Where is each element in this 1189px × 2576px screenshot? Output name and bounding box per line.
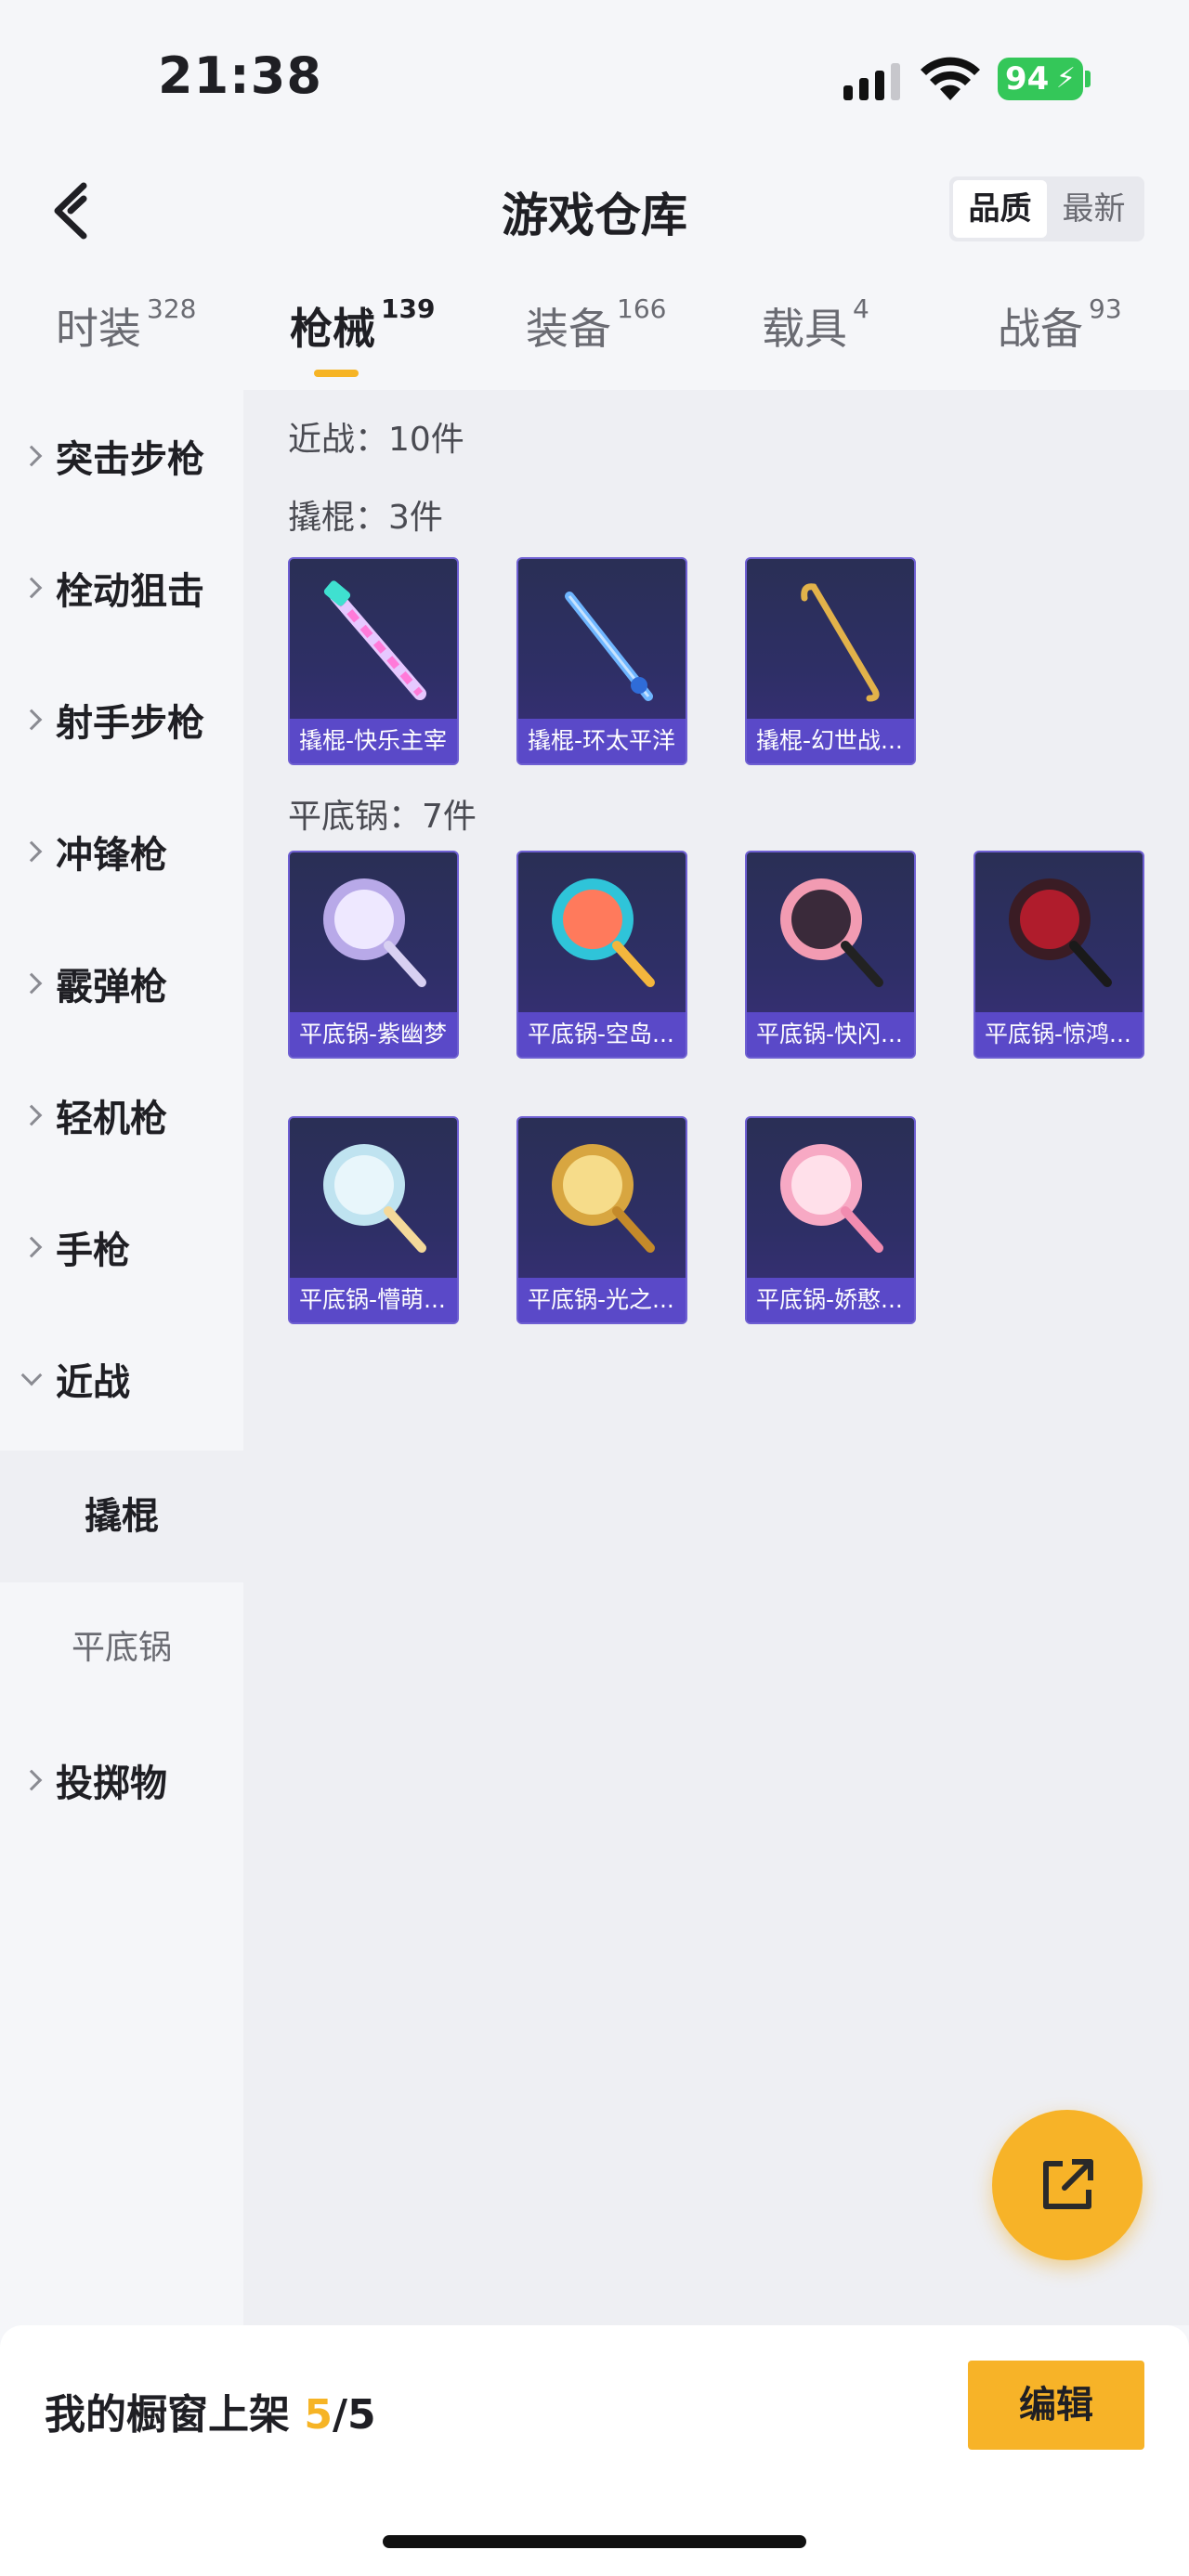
frying-pan-icon: [552, 1144, 655, 1253]
item-name: 撬棍-幻世战...: [747, 719, 914, 763]
active-tab-indicator: [314, 370, 359, 377]
sidebar-item-shotgun[interactable]: 霰弹枪: [0, 917, 243, 1049]
sidebar-sub-crowbar[interactable]: 撬棍: [0, 1451, 243, 1582]
sidebar-item-label: 冲锋枪: [56, 834, 167, 877]
sidebar-item-label: 栓动狙击: [56, 570, 204, 613]
tab-label: 战备: [998, 304, 1083, 354]
charging-bolt-icon: ⚡: [1055, 62, 1076, 95]
tab-label: 载具: [762, 304, 847, 354]
item-card[interactable]: 平底锅-空岛...: [516, 851, 687, 1059]
showcase-total: /5: [332, 2391, 376, 2439]
item-card[interactable]: 撬棍-幻世战...: [745, 557, 916, 765]
frying-pan-icon: [552, 878, 655, 987]
share-fab[interactable]: [992, 2110, 1143, 2260]
sidebar-item-assault-rifle[interactable]: 突击步枪: [0, 390, 243, 522]
item-name: 平底锅-惊鸿...: [975, 1012, 1143, 1057]
sidebar-item-label: 投掷物: [56, 1763, 167, 1805]
chevron-right-icon: [20, 445, 43, 467]
item-card[interactable]: 平底锅-紫幽梦: [288, 851, 459, 1059]
sidebar-sub-pan[interactable]: 平底锅: [0, 1582, 243, 1714]
melee-total-label: 近战：10件: [288, 421, 464, 459]
sidebar-item-smg[interactable]: 冲锋枪: [0, 786, 243, 917]
chevron-right-icon: [20, 1236, 43, 1258]
crowbar-icon: [565, 592, 653, 701]
frying-pan-icon: [780, 1144, 883, 1253]
item-name: 平底锅-娇憨...: [747, 1278, 914, 1322]
chevron-right-icon: [20, 709, 43, 731]
chevron-right-icon: [20, 840, 43, 863]
sidebar-item-label: 突击步枪: [56, 438, 204, 481]
item-name: 平底锅-空岛...: [518, 1012, 686, 1057]
sidebar-item-label: 近战: [56, 1361, 130, 1404]
item-card[interactable]: 平底锅-快闪...: [745, 851, 916, 1059]
home-indicator[interactable]: [383, 2535, 806, 2548]
tab-count: 139: [381, 293, 436, 324]
tab-supplies[interactable]: 战备 93: [998, 293, 1122, 357]
sort-quality[interactable]: 品质: [953, 180, 1047, 238]
item-name: 平底锅-光之...: [518, 1278, 686, 1322]
tab-count: 4: [853, 293, 869, 324]
sidebar-item-label: 霰弹枪: [56, 966, 167, 1008]
chevron-right-icon: [20, 1104, 43, 1126]
crowbar-icon: [323, 580, 426, 700]
showcase-status: 我的橱窗上架 5/5: [45, 2381, 376, 2440]
tab-count: 328: [147, 293, 197, 324]
cellular-signal-icon: [843, 63, 900, 100]
tab-count: 166: [617, 293, 667, 324]
sidebar-item-melee[interactable]: 近战: [0, 1313, 243, 1445]
pan-count-label: 平底锅：7件: [288, 798, 477, 836]
frying-pan-icon: [1009, 878, 1112, 987]
item-name: 平底锅-快闪...: [747, 1012, 914, 1057]
sidebar-item-throwables[interactable]: 投掷物: [0, 1714, 243, 1846]
item-card[interactable]: 平底锅-光之...: [516, 1116, 687, 1324]
sidebar-item-lmg[interactable]: 轻机枪: [0, 1049, 243, 1181]
tab-label: 枪械: [290, 304, 375, 354]
status-time: 21:38: [158, 46, 322, 105]
item-card[interactable]: 平底锅-惊鸿...: [973, 851, 1144, 1059]
item-name: 平底锅-紫幽梦: [290, 1012, 457, 1057]
sort-toggle[interactable]: 品质 最新: [949, 176, 1144, 241]
category-tabs: 时装 328 枪械 139 装备 166 载具 4 战备 93: [0, 293, 1189, 388]
crowbar-count-label: 撬棍：3件: [288, 499, 443, 537]
chevron-right-icon: [20, 577, 43, 599]
frying-pan-icon: [323, 878, 426, 987]
sidebar-item-label: 轻机枪: [56, 1098, 167, 1140]
tab-label: 时装: [56, 304, 141, 354]
sidebar-item-marksman-rifle[interactable]: 射手步枪: [0, 654, 243, 786]
item-name: 撬棍-快乐主宰: [290, 719, 457, 763]
sidebar-item-label: 射手步枪: [56, 702, 204, 745]
item-name: 平底锅-懵萌...: [290, 1278, 457, 1322]
tab-label: 装备: [526, 304, 611, 354]
share-icon: [1043, 2159, 1093, 2209]
wifi-icon: [921, 57, 980, 100]
battery-icon: 94 ⚡: [998, 58, 1083, 100]
status-bar: 21:38 94 ⚡: [0, 0, 1189, 158]
tab-count: 93: [1089, 293, 1122, 324]
showcase-label: 我的橱窗上架: [45, 2391, 290, 2439]
crowbar-icon: [801, 583, 880, 702]
chevron-down-icon: [20, 1364, 43, 1386]
battery-level: 94: [1005, 60, 1050, 98]
battery-cap: [1085, 71, 1091, 87]
chevron-right-icon: [20, 1769, 43, 1791]
sort-newest[interactable]: 最新: [1047, 180, 1141, 238]
edit-button[interactable]: 编辑: [968, 2361, 1144, 2450]
sidebar-item-bolt-sniper[interactable]: 栓动狙击: [0, 522, 243, 654]
tab-fashion[interactable]: 时装 328: [56, 293, 197, 357]
sidebar-item-label: 手枪: [56, 1229, 130, 1272]
item-name: 撬棍-环太平洋: [518, 719, 686, 763]
tab-equipment[interactable]: 装备 166: [526, 293, 667, 357]
frying-pan-icon: [323, 1144, 426, 1253]
frying-pan-icon: [780, 878, 883, 987]
chevron-right-icon: [20, 972, 43, 995]
tab-vehicles[interactable]: 载具 4: [762, 293, 869, 357]
tab-guns[interactable]: 枪械 139: [290, 293, 436, 357]
sidebar-item-pistol[interactable]: 手枪: [0, 1181, 243, 1313]
showcase-current: 5: [304, 2391, 333, 2439]
item-card[interactable]: 撬棍-快乐主宰: [288, 557, 459, 765]
item-card[interactable]: 撬棍-环太平洋: [516, 557, 687, 765]
category-sidebar: 突击步枪 栓动狙击 射手步枪 冲锋枪 霰弹枪 轻机枪 手枪 近战 撬棍 平底锅 …: [0, 390, 243, 2325]
item-card[interactable]: 平底锅-懵萌...: [288, 1116, 459, 1324]
item-card[interactable]: 平底锅-娇憨...: [745, 1116, 916, 1324]
